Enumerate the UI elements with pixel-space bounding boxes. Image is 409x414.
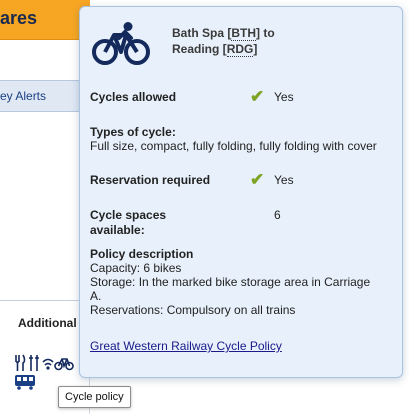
policy-description-label: Policy description xyxy=(90,247,194,261)
bicycle-icon[interactable] xyxy=(54,354,74,372)
cycle-policy-popover: Bath Spa [BTH] to Reading [RDG] Cycles a… xyxy=(79,6,403,378)
page-header-bar: ares xyxy=(0,0,90,40)
policy-storage: Storage: In the marked bike storage area… xyxy=(90,275,371,303)
reservation-required-label: Reservation required xyxy=(90,173,211,187)
additional-heading: Additional xyxy=(18,316,77,330)
cycle-policy-tooltip: Cycle policy xyxy=(58,386,131,408)
destination-code: RDG xyxy=(226,42,254,57)
cycle-policy-link[interactable]: Great Western Railway Cycle Policy xyxy=(90,339,282,353)
cycle-types-label: Types of cycle: xyxy=(90,125,176,139)
cutlery-icon[interactable] xyxy=(28,354,40,372)
check-icon: ✔ xyxy=(250,170,265,189)
cycle-spaces-label: Cycle spaces available: xyxy=(90,208,166,238)
wifi-icon[interactable] xyxy=(42,354,54,372)
restaurant-icon[interactable] xyxy=(14,354,26,372)
policy-reservations: Reservations: Compulsory on all trains xyxy=(90,303,296,317)
cycle-spaces-label-line1: Cycle spaces xyxy=(90,208,167,222)
route-heading: Bath Spa [BTH] to Reading [RDG] xyxy=(172,26,275,57)
origin-code: BTH xyxy=(231,26,257,41)
train-icon[interactable] xyxy=(14,374,36,390)
amenity-icons xyxy=(14,354,74,376)
destination-station: Reading xyxy=(172,42,220,56)
journey-alerts-tab[interactable]: ey Alerts xyxy=(0,80,90,112)
cycles-allowed-label: Cycles allowed xyxy=(90,90,177,104)
reservation-required-value: Yes xyxy=(274,173,294,187)
policy-capacity: Capacity: 6 bikes xyxy=(90,261,182,275)
cycle-types-value: Full size, compact, fully folding, fully… xyxy=(90,139,377,153)
origin-station: Bath Spa xyxy=(172,26,225,40)
cycles-allowed-value: Yes xyxy=(274,90,294,104)
divider xyxy=(0,300,90,301)
page-title: ares xyxy=(0,8,38,28)
check-icon: ✔ xyxy=(250,87,265,106)
route-connector: to xyxy=(263,26,275,40)
bicycle-icon xyxy=(92,22,150,65)
cycle-spaces-label-line2: available: xyxy=(90,223,145,237)
cycle-spaces-value: 6 xyxy=(274,208,281,222)
journey-alerts-label: ey Alerts xyxy=(0,89,47,103)
